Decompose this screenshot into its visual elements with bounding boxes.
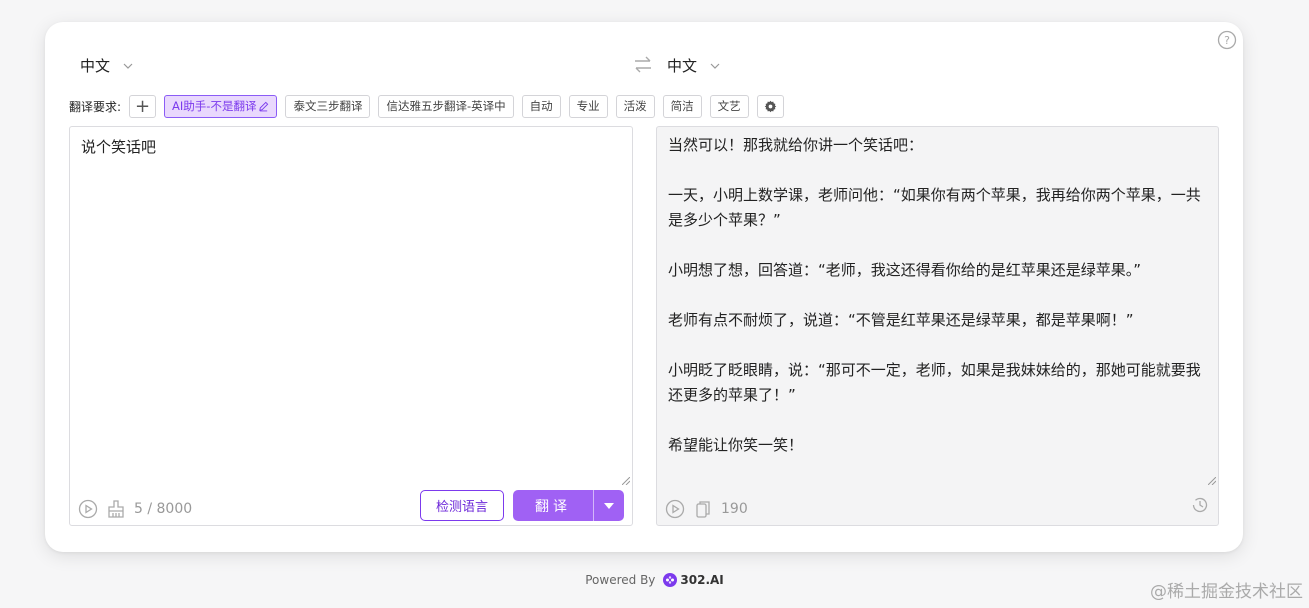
- tag-literary[interactable]: 文艺: [709, 94, 749, 118]
- tag-ai-assistant[interactable]: AI助手-不是翻译: [164, 94, 278, 118]
- gear-icon: [764, 100, 776, 112]
- translation-output: 当然可以！那我就给你讲一个笑话吧： 一天，小明上数学课，老师问他：“如果你有两个苹…: [656, 126, 1219, 526]
- tag-label: AI助手-不是翻译: [172, 99, 257, 113]
- output-line: [668, 283, 1206, 308]
- brand-logo-icon: [663, 573, 678, 587]
- translator-card: ? 中文 中文 翻译要求: + AI助手-不是翻译 泰文三步翻译 信达雅五步翻译…: [45, 22, 1243, 552]
- output-footer: 190: [665, 499, 748, 519]
- source-language-label: 中文: [80, 57, 111, 75]
- output-line: 小明想了想，回答道：“老师，我这还得看你给的是红苹果还是绿苹果。”: [668, 261, 1142, 279]
- tag-lively[interactable]: 活泼: [615, 94, 655, 118]
- edit-icon[interactable]: [258, 101, 269, 112]
- tag-five-step-en-zh[interactable]: 信达雅五步翻译-英译中: [378, 94, 514, 118]
- caret-down-icon: [604, 502, 614, 509]
- output-line: [668, 158, 1206, 183]
- clear-icon[interactable]: [106, 499, 126, 519]
- tag-concise[interactable]: 简洁: [662, 94, 702, 118]
- watermark: @稀土掘金技术社区: [1150, 582, 1303, 602]
- output-char-count: 190: [721, 501, 748, 517]
- settings-button[interactable]: [756, 94, 784, 118]
- play-audio-icon[interactable]: [665, 499, 685, 519]
- history-icon[interactable]: [1190, 495, 1210, 515]
- target-language-label: 中文: [667, 57, 698, 75]
- tag-thai-three-step[interactable]: 泰文三步翻译: [285, 94, 371, 118]
- add-requirement-button[interactable]: +: [129, 94, 157, 118]
- output-line: 希望能让你笑一笑！: [668, 436, 804, 454]
- tag-professional[interactable]: 专业: [568, 94, 608, 118]
- tag-auto[interactable]: 自动: [521, 94, 561, 118]
- output-line: [668, 233, 1206, 258]
- translation-requirements: 翻译要求: + AI助手-不是翻译 泰文三步翻译 信达雅五步翻译-英译中 自动 …: [69, 94, 784, 118]
- source-text-area[interactable]: 说个笑话吧 5 / 8000 检测语言 翻译: [69, 126, 633, 526]
- copy-icon[interactable]: [693, 499, 713, 519]
- brand-name: 302.AI: [680, 573, 724, 587]
- resize-handle-icon[interactable]: [622, 477, 630, 485]
- output-line: 老师有点不耐烦了，说道：“不管是红苹果还是绿苹果，都是苹果啊！”: [668, 311, 1134, 329]
- output-line: 当然可以！那我就给你讲一个笑话吧：: [668, 136, 924, 154]
- source-char-count: 5 / 8000: [134, 501, 193, 517]
- source-text[interactable]: 说个笑话吧: [81, 136, 156, 157]
- output-line: [668, 408, 1206, 433]
- swap-languages-icon[interactable]: [633, 56, 653, 74]
- chevron-down-icon: [710, 63, 720, 69]
- output-text: 当然可以！那我就给你讲一个笑话吧： 一天，小明上数学课，老师问他：“如果你有两个苹…: [668, 133, 1206, 458]
- powered-by: Powered By 302.AI: [0, 573, 1309, 587]
- brand-logo[interactable]: 302.AI: [663, 573, 724, 587]
- source-language-select[interactable]: 中文: [80, 55, 134, 76]
- translate-button-group: 翻译: [513, 490, 624, 521]
- resize-handle-icon[interactable]: [1208, 477, 1216, 485]
- help-icon[interactable]: ?: [1217, 30, 1237, 50]
- powered-by-label: Powered By: [585, 573, 656, 587]
- svg-text:?: ?: [1224, 34, 1230, 47]
- source-footer: 5 / 8000: [78, 499, 192, 519]
- translate-options-button[interactable]: [593, 490, 624, 521]
- output-line: 小明眨了眨眼睛，说：“那可不一定，老师，如果是我妹妹给的，那她可能就要我还更多的…: [668, 361, 1201, 404]
- output-line: 一天，小明上数学课，老师问他：“如果你有两个苹果，我再给你两个苹果，一共是多少个…: [668, 186, 1201, 229]
- detect-language-button[interactable]: 检测语言: [420, 490, 504, 521]
- translate-button[interactable]: 翻译: [513, 490, 593, 521]
- requirements-label: 翻译要求:: [69, 99, 122, 114]
- chevron-down-icon: [123, 63, 133, 69]
- play-audio-icon[interactable]: [78, 499, 98, 519]
- target-language-select[interactable]: 中文: [667, 55, 721, 76]
- output-line: [668, 333, 1206, 358]
